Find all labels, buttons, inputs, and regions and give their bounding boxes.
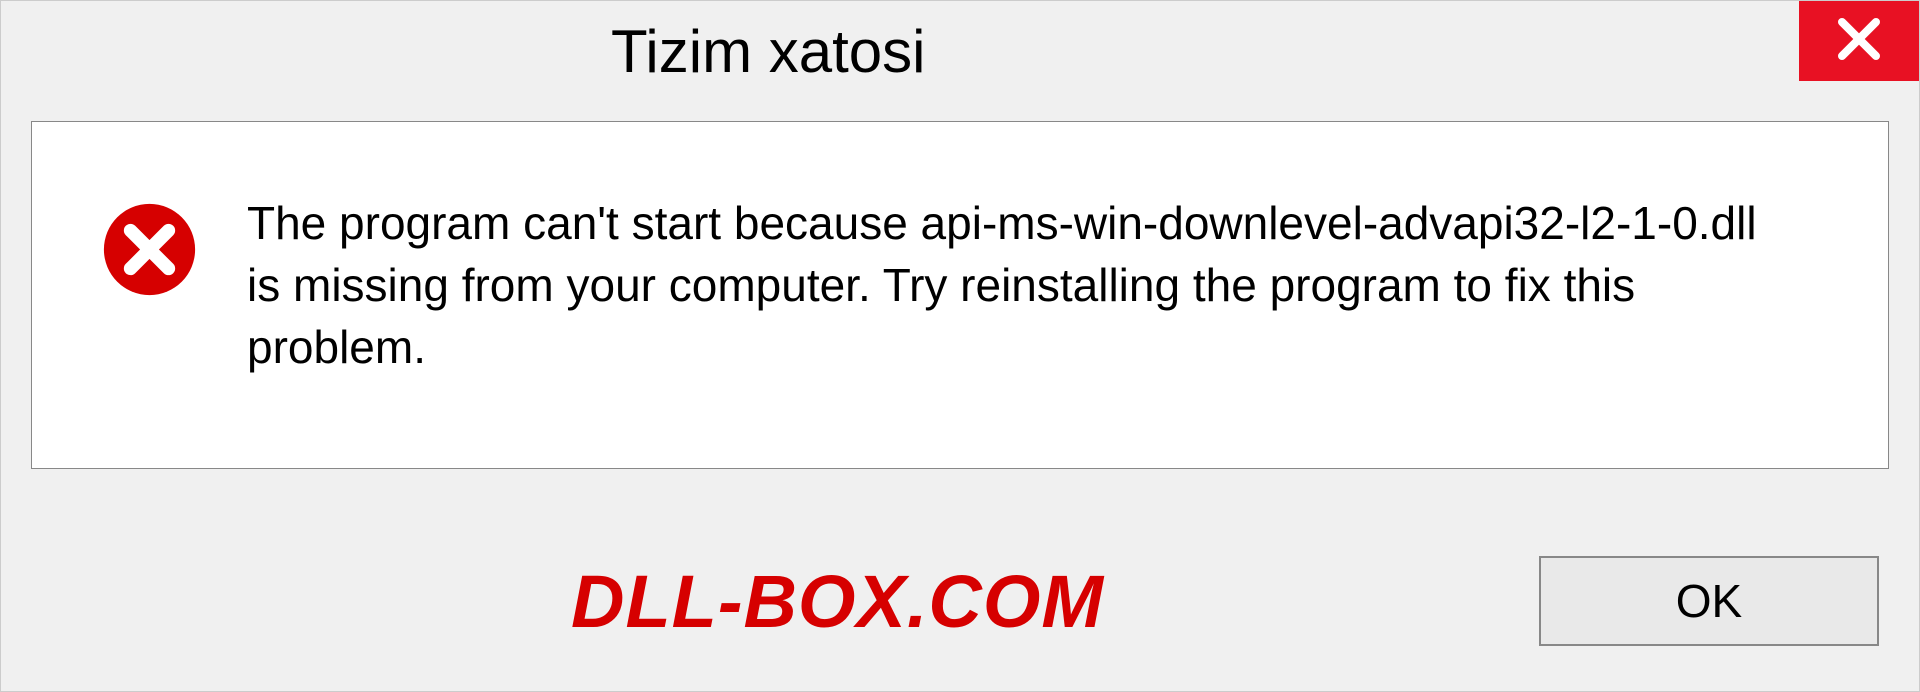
titlebar: Tizim xatosi [1, 1, 1919, 101]
dialog-title: Tizim xatosi [611, 17, 925, 86]
ok-button[interactable]: OK [1539, 556, 1879, 646]
close-button[interactable] [1799, 1, 1919, 81]
error-dialog: Tizim xatosi The program can't start bec… [0, 0, 1920, 692]
error-message: The program can't start because api-ms-w… [247, 192, 1787, 378]
content-area: The program can't start because api-ms-w… [31, 121, 1889, 469]
close-icon [1834, 14, 1884, 69]
dialog-footer: DLL-BOX.COM OK [1, 511, 1919, 691]
watermark-text: DLL-BOX.COM [31, 559, 1104, 644]
error-icon [102, 202, 197, 297]
